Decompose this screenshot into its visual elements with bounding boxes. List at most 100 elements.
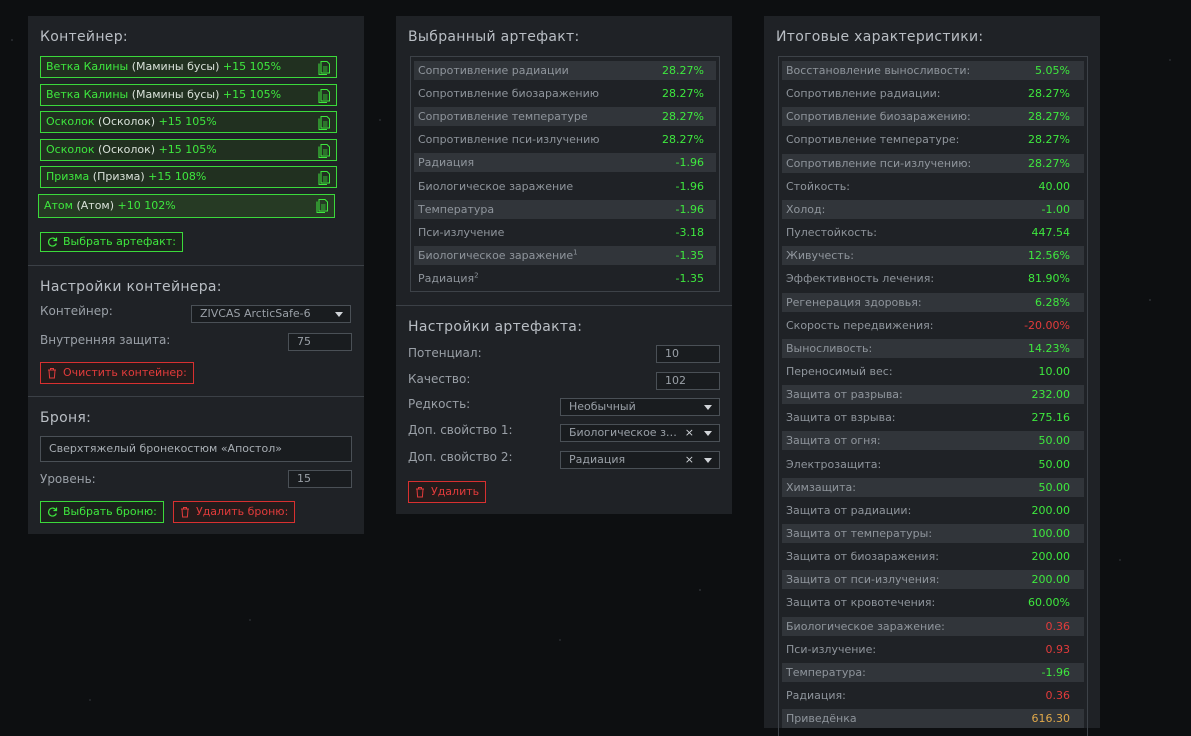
- stat-row: Электрозащита: 50.00: [782, 455, 1084, 474]
- stat-row: Переносимый вес: 10.00: [782, 362, 1084, 381]
- artifact-slot[interactable]: Ветка Калины (Мамины бусы) +15 105%: [40, 56, 337, 78]
- extra2-select[interactable]: Радиация ×: [560, 451, 720, 469]
- slot-artifact-bonus: +10 102%: [117, 198, 176, 212]
- refresh-icon: [48, 237, 58, 247]
- stat-row: Скорость передвижения: -20.00%: [782, 316, 1084, 335]
- artifact-slot[interactable]: Призма (Призма) +15 108%: [40, 166, 337, 188]
- divider: [28, 396, 364, 397]
- stat-row: Защита от температуры: 100.00: [782, 524, 1084, 543]
- container-select[interactable]: ZIVCAS ArcticSafe-6: [191, 305, 351, 323]
- stat-value: 28.27%: [1028, 156, 1070, 170]
- slot-artifact-base: (Атом): [76, 198, 115, 212]
- stat-row: Выносливость: 14.23%: [782, 338, 1084, 358]
- stat-value: 616.30: [1031, 712, 1071, 726]
- select-artifact-button[interactable]: Выбрать артефакт:: [40, 232, 183, 252]
- stat-name: Сопротивление пси-излучению:: [786, 156, 972, 170]
- stat-value: -20.00%: [1024, 318, 1070, 332]
- stat-value: 28.27%: [1028, 87, 1070, 101]
- stat-name: Регенерация здоровья:: [786, 295, 922, 309]
- stat-value: -3.18: [675, 225, 704, 239]
- slot-artifact-name: Осколок: [46, 142, 95, 156]
- armor-input[interactable]: Сверхтяжелый бронекостюм «Апостол»: [40, 436, 352, 462]
- slot-artifact-name: Призма: [46, 170, 90, 183]
- stat-row: Радиация: 0.36: [782, 686, 1084, 705]
- stat-name: Восстановление выносливости:: [786, 64, 971, 77]
- stat-name: Пулестойкость:: [786, 226, 877, 240]
- divider: [28, 265, 364, 266]
- stat-value: 28.27%: [1028, 133, 1070, 147]
- stat-value: 0.36: [1045, 689, 1071, 703]
- chevron-down-icon: [704, 405, 712, 410]
- stat-value: 0.93: [1045, 642, 1071, 656]
- stat-value: 28.27%: [662, 133, 704, 147]
- copy-icon[interactable]: [316, 59, 332, 75]
- stat-row: Биологическое заражение: 0.36: [782, 616, 1084, 636]
- rarity-select[interactable]: Необычный: [560, 398, 720, 416]
- stat-name: Электрозащита:: [786, 457, 882, 471]
- stat-value: 50.00: [1038, 434, 1071, 448]
- trash-icon: [181, 507, 189, 518]
- select-armor-button[interactable]: Выбрать броню:: [40, 501, 164, 523]
- copy-icon[interactable]: [316, 169, 332, 185]
- stat-name: Пси-излучение:: [786, 642, 877, 656]
- stat-row: Сопротивление радиации 28.27%: [414, 61, 716, 80]
- slot-artifact-base: (Мамины бусы): [131, 87, 220, 101]
- stat-name: Пси-излучение: [418, 225, 505, 239]
- stat-row: Приведёнка 616.30: [782, 709, 1084, 729]
- artifact-slot[interactable]: Ветка Калины (Мамины бусы) +15 105%: [40, 83, 337, 106]
- stat-row: Сопротивление пси-излучению 28.27%: [414, 130, 716, 149]
- copy-icon[interactable]: [316, 87, 332, 103]
- stat-name: Сопротивление радиации:: [786, 87, 941, 101]
- quality-input[interactable]: 102: [656, 372, 720, 390]
- stat-value: 50.00: [1038, 480, 1071, 494]
- artifact-slot[interactable]: Осколок (Осколок) +15 105%: [40, 111, 337, 133]
- potential-input[interactable]: 10: [656, 345, 720, 363]
- stat-value: 50.00: [1038, 457, 1071, 471]
- stat-name: Химзащита:: [786, 480, 856, 494]
- container-label: Контейнер:: [40, 304, 113, 318]
- inner-protection-label: Внутренняя защита:: [40, 333, 171, 347]
- stat-name: Эффективность лечения:: [786, 272, 935, 286]
- stat-row: Биологическое заражение -1.96: [414, 177, 716, 196]
- armor-level-input[interactable]: 15: [288, 470, 352, 488]
- delete-artifact-label: Удалить: [431, 485, 480, 498]
- rarity-value: Необычный: [569, 400, 636, 413]
- stat-value: 0.36: [1045, 619, 1071, 633]
- artifact-slot[interactable]: Осколок (Осколок) +15 105%: [40, 138, 337, 161]
- stat-value: 10.00: [1038, 364, 1071, 378]
- stat-value: -1.00: [1041, 202, 1070, 216]
- clear-icon[interactable]: ×: [685, 452, 694, 468]
- stat-name: Скорость передвижения:: [786, 318, 934, 332]
- stat-value: 5.05%: [1035, 64, 1070, 77]
- summary-stats-box: Восстановление выносливости: 5.05% Сопроти…: [778, 56, 1088, 736]
- stat-row: Пулестойкость: 447.54: [782, 223, 1084, 242]
- stat-value: 232.00: [1031, 388, 1071, 402]
- stat-name: Биологическое заражение1: [418, 248, 578, 262]
- remove-armor-button[interactable]: Удалить броню:: [173, 501, 296, 523]
- stat-row: Химзащита: 50.00: [782, 477, 1084, 497]
- stat-value: 14.23%: [1028, 341, 1070, 355]
- stat-value: 100.00: [1031, 527, 1071, 540]
- copy-icon[interactable]: [314, 197, 330, 213]
- stat-row: Защита от пси-излучения: 200.00: [782, 570, 1084, 590]
- artifact-slot[interactable]: Атом (Атом) +10 102%: [38, 193, 335, 218]
- clear-container-button[interactable]: Очистить контейнер:: [40, 362, 194, 384]
- stat-row: Пси-излучение -3.18: [414, 223, 716, 242]
- stat-name: Радиация: [418, 156, 475, 170]
- copy-icon[interactable]: [316, 114, 332, 130]
- stat-row: Регенерация здоровья: 6.28%: [782, 292, 1084, 312]
- extra1-select[interactable]: Биологическое заражение ×: [560, 424, 720, 442]
- clear-icon[interactable]: ×: [685, 425, 694, 441]
- stat-row: Сопротивление пси-излучению: 28.27%: [782, 153, 1084, 173]
- container-settings-title: Настройки контейнера:: [40, 279, 222, 295]
- delete-artifact-button[interactable]: Удалить: [408, 481, 487, 503]
- stat-row: Защита от радиации: 200.00: [782, 501, 1084, 520]
- container-select-value: ZIVCAS ArcticSafe-6: [200, 307, 311, 320]
- stat-name: Выносливость:: [786, 341, 873, 355]
- inner-protection-input[interactable]: 75: [288, 333, 352, 351]
- stat-name: Защита от радиации:: [786, 503, 912, 517]
- artifact-stats-box: Сопротивление радиации 28.27% Сопротивлени…: [410, 56, 720, 292]
- copy-icon[interactable]: [316, 142, 332, 158]
- artifact-panel: Выбранный артефакт: Сопротивление радиац…: [396, 16, 732, 514]
- stat-row: Сопротивление температуре: 28.27%: [782, 130, 1084, 149]
